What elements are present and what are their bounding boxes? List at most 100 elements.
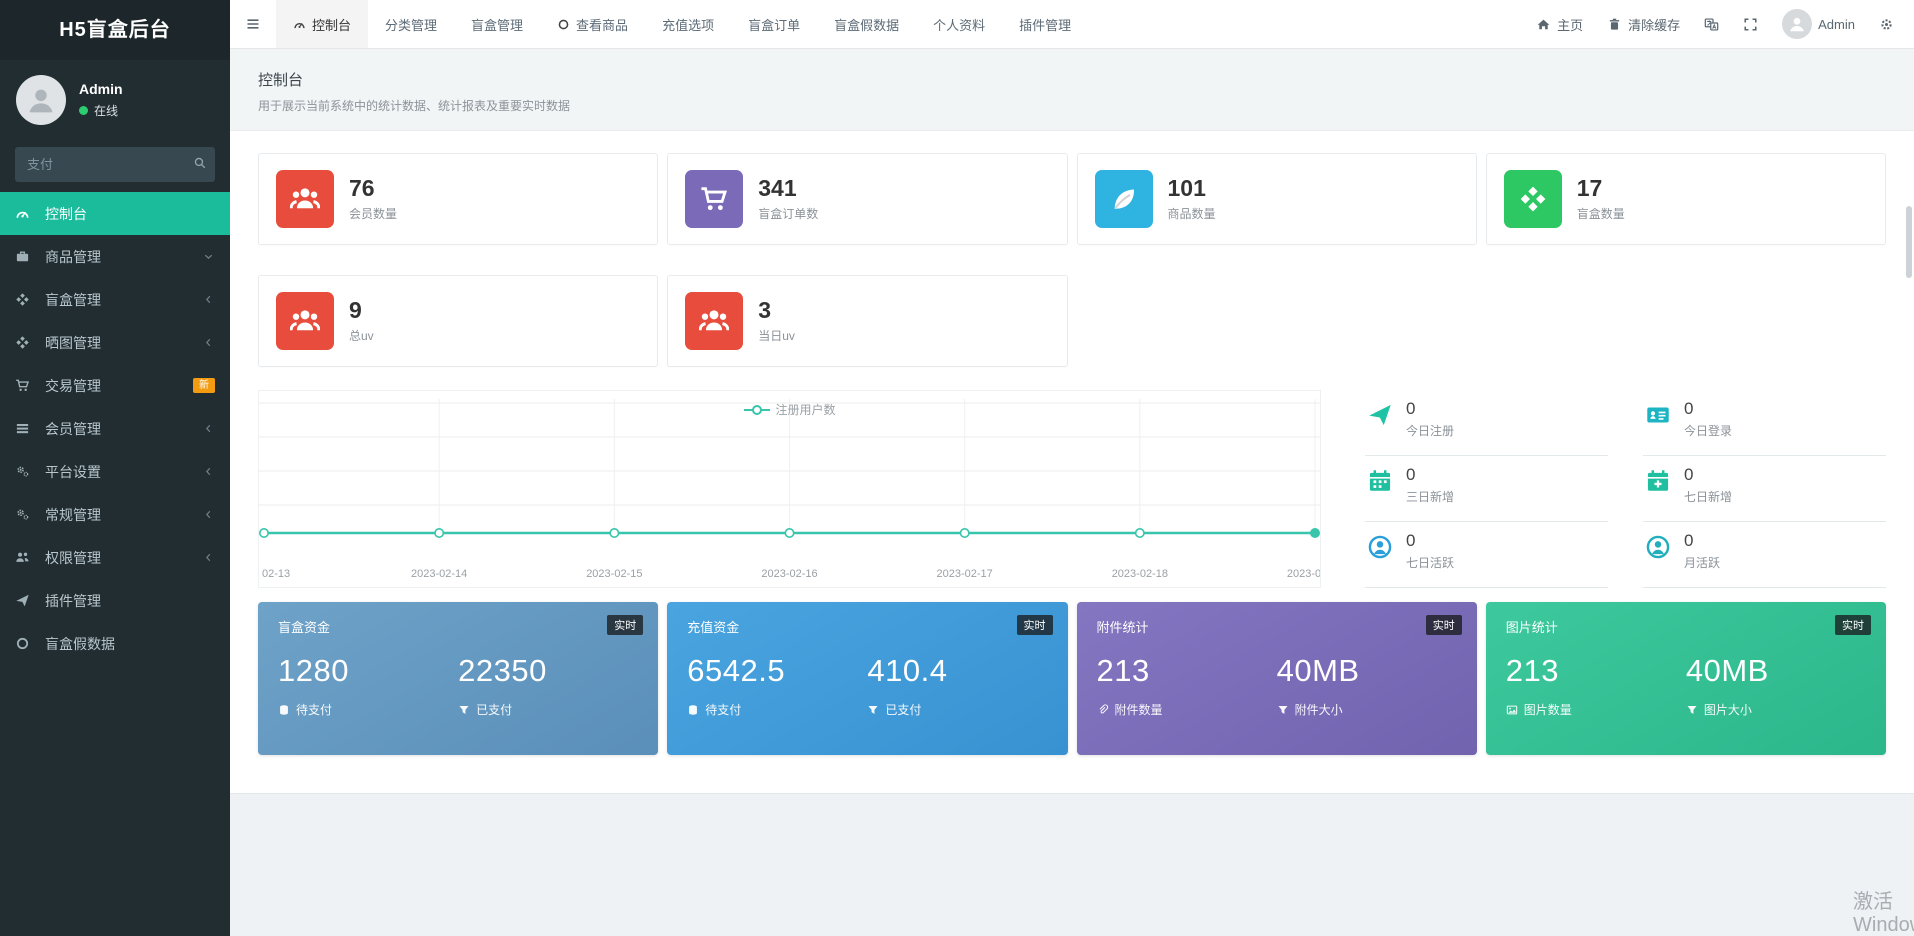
mini-stat-value: 0	[1684, 531, 1720, 551]
mini-stat-七日新增: 0七日新增	[1643, 456, 1886, 522]
settings-gear-icon[interactable]	[1879, 17, 1894, 32]
sidebar-item-商品管理[interactable]: 商品管理	[0, 235, 230, 278]
cogs-icon	[15, 464, 39, 479]
tab-个人资料[interactable]: 个人资料	[916, 0, 1002, 48]
search-icon[interactable]	[193, 156, 207, 170]
tab-控制台[interactable]: 控制台	[276, 0, 368, 48]
sidebar-item-晒图管理[interactable]: 晒图管理	[0, 321, 230, 364]
realtime-badge: 实时	[1017, 615, 1053, 635]
stat-row-2: 9总uv3当日uv	[258, 275, 1886, 367]
home-link[interactable]: 主页	[1536, 15, 1583, 34]
sidebar-item-label: 控制台	[45, 204, 87, 224]
mini-stat-value: 0	[1406, 399, 1454, 419]
sidebar-item-label: 常规管理	[45, 505, 101, 525]
dashboard-icon	[15, 206, 39, 221]
tab-label: 盲盒管理	[471, 15, 523, 34]
fund-card-title: 盲盒资金	[278, 617, 638, 636]
scrollbar-thumb[interactable]	[1906, 206, 1912, 278]
fund-card-title: 附件统计	[1097, 617, 1457, 636]
user-avatar[interactable]	[16, 75, 66, 125]
fund-metric-value: 1280	[278, 653, 458, 689]
navbar-user[interactable]: Admin	[1782, 9, 1855, 39]
fullscreen-icon[interactable]	[1743, 17, 1758, 32]
clear-cache-link[interactable]: 清除缓存	[1607, 15, 1680, 34]
chevron-left-icon	[202, 336, 215, 349]
sidebar-item-权限管理[interactable]: 权限管理	[0, 536, 230, 579]
top-navbar: 控制台分类管理盲盒管理查看商品充值选项盲盒订单盲盒假数据个人资料插件管理 主页 …	[230, 0, 1914, 49]
stat-card-盲盒数量: 17盲盒数量	[1486, 153, 1886, 245]
tab-label: 充值选项	[662, 15, 714, 34]
list-icon	[15, 421, 39, 436]
stat-value: 3	[758, 298, 795, 323]
mini-stat-label: 七日活跃	[1406, 554, 1454, 571]
sidebar-item-label: 商品管理	[45, 247, 101, 267]
users-group-icon	[685, 292, 743, 350]
tab-盲盒管理[interactable]: 盲盒管理	[454, 0, 540, 48]
fund-metric-value: 40MB	[1686, 653, 1866, 689]
fund-metric-label: 待支付	[296, 701, 332, 718]
x-tick-label: 02-13	[262, 568, 290, 580]
search-input[interactable]	[15, 147, 215, 182]
tab-充值选项[interactable]: 充值选项	[645, 0, 731, 48]
stat-label: 当日uv	[758, 327, 795, 344]
fund-metric-value: 6542.5	[687, 653, 867, 689]
sidebar-item-label: 权限管理	[45, 548, 101, 568]
tab-插件管理[interactable]: 插件管理	[1002, 0, 1088, 48]
tab-label: 查看商品	[576, 15, 628, 34]
sidebar-item-label: 平台设置	[45, 462, 101, 482]
fund-metric-label: 已支付	[476, 701, 512, 718]
online-status-dot	[79, 106, 88, 115]
mini-stat-label: 三日新增	[1406, 488, 1454, 505]
circle-icon	[15, 636, 39, 651]
cart-icon	[15, 378, 39, 393]
mini-stat-value: 0	[1406, 465, 1454, 485]
fund-metric-label: 图片数量	[1524, 701, 1572, 718]
chart-legend[interactable]: 注册用户数	[743, 401, 835, 418]
realtime-badge: 实时	[1835, 615, 1871, 635]
tab-盲盒假数据[interactable]: 盲盒假数据	[817, 0, 916, 48]
navbar-avatar	[1782, 9, 1812, 39]
sidebar-item-label: 插件管理	[45, 591, 101, 611]
fund-metric-value: 213	[1506, 653, 1686, 689]
mini-stat-三日新增: 0 三日新增	[1365, 456, 1608, 522]
x-tick-label: 2023-02-17	[937, 568, 993, 580]
funnel-icon	[1686, 704, 1698, 716]
tab-分类管理[interactable]: 分类管理	[368, 0, 454, 48]
sidebar-item-盲盒管理[interactable]: 盲盒管理	[0, 278, 230, 321]
sidebar-item-交易管理[interactable]: 交易管理新	[0, 364, 230, 407]
sidebar-search	[15, 147, 215, 182]
fund-metric-value: 410.4	[867, 653, 1047, 689]
calendar-plus-icon	[1645, 468, 1671, 508]
diamonds-icon	[15, 292, 39, 307]
sidebar-item-会员管理[interactable]: 会员管理	[0, 407, 230, 450]
paperclip-icon	[1097, 704, 1109, 716]
mini-stat-label: 月活跃	[1684, 554, 1720, 571]
x-tick-label: 2023-02-18	[1112, 568, 1168, 580]
briefcase-icon	[15, 249, 39, 264]
sidebar-item-平台设置[interactable]: 平台设置	[0, 450, 230, 493]
user-status: 在线	[79, 102, 123, 119]
funnel-icon	[1277, 704, 1289, 716]
home-icon	[1536, 17, 1551, 32]
sidebar-item-label: 晒图管理	[45, 333, 101, 353]
tab-查看商品[interactable]: 查看商品	[540, 0, 645, 48]
clear-cache-label: 清除缓存	[1628, 15, 1680, 34]
tab-盲盒订单[interactable]: 盲盒订单	[731, 0, 817, 48]
stat-card-会员数量: 76会员数量	[258, 153, 658, 245]
stat-value: 9	[349, 298, 374, 323]
sidebar-item-控制台[interactable]: 控制台	[0, 192, 230, 235]
sidebar-item-label: 交易管理	[45, 376, 101, 396]
home-label: 主页	[1557, 15, 1583, 34]
language-icon[interactable]	[1704, 17, 1719, 32]
sidebar-item-常规管理[interactable]: 常规管理	[0, 493, 230, 536]
sidebar-item-插件管理[interactable]: 插件管理	[0, 579, 230, 622]
hamburger-icon[interactable]	[230, 0, 276, 48]
tab-label: 插件管理	[1019, 15, 1071, 34]
legend-label: 注册用户数	[775, 401, 835, 418]
sidebar-item-盲盒假数据[interactable]: 盲盒假数据	[0, 622, 230, 665]
mini-stat-label: 今日注册	[1406, 422, 1454, 439]
mini-stat-label: 今日登录	[1684, 422, 1732, 439]
chevron-left-icon	[202, 465, 215, 478]
mini-stat-label: 七日新增	[1684, 488, 1732, 505]
diamonds-icon	[1504, 170, 1562, 228]
